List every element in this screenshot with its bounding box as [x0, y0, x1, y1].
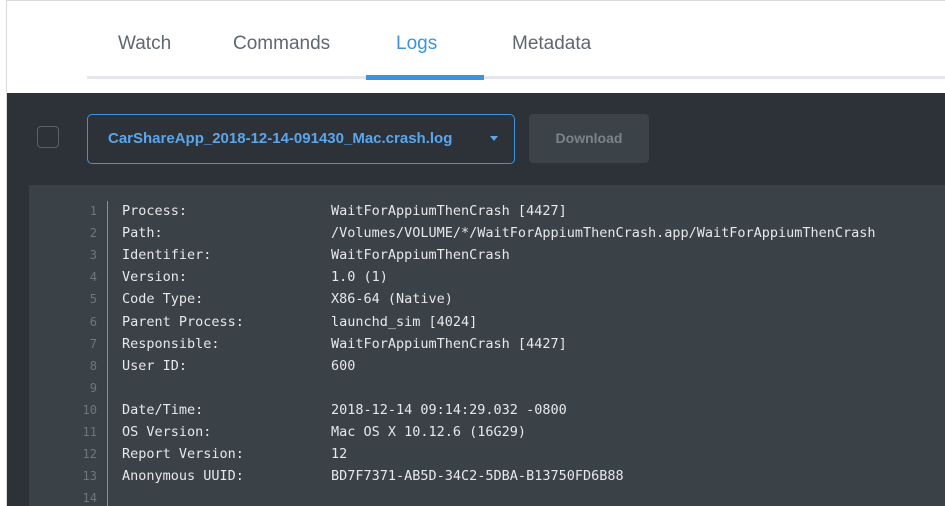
- line-number: 2: [89, 226, 97, 241]
- tab-metadata[interactable]: Metadata: [512, 33, 591, 55]
- log-field-value: Mac OS X 10.12.6 (16G29): [331, 424, 527, 440]
- log-field-value: WaitForAppiumThenCrash [4427]: [331, 335, 567, 352]
- log-line: 9: [29, 377, 945, 399]
- log-line: 14: [29, 487, 945, 506]
- download-button[interactable]: Download: [529, 114, 649, 163]
- logs-panel: CarShareApp_2018-12-14-091430_Mac.crash.…: [7, 93, 945, 506]
- crash-log-window: Watch Commands Logs Metadata CarShareApp…: [6, 0, 945, 506]
- log-line: 8 User ID: 600: [29, 355, 945, 377]
- log-field-value: 1.0 (1): [331, 269, 388, 286]
- line-number: 7: [89, 336, 97, 351]
- log-line: 10 Date/Time: 2018-12-14 09:14:29.032 -080…: [29, 399, 945, 421]
- log-field-key: Identifier:: [122, 247, 212, 264]
- line-number: 1: [89, 204, 97, 218]
- tab-bar: Watch Commands Logs Metadata: [7, 1, 945, 93]
- active-tab-indicator: [366, 75, 484, 80]
- log-line: 13 Anonymous UUID: BD7F7371-AB5D-34C2-5DBA…: [29, 465, 945, 487]
- line-number: 11: [82, 425, 97, 439]
- log-field-key: Parent Process:: [122, 313, 244, 330]
- line-number: 13: [82, 469, 97, 484]
- log-field-key: Date/Time:: [122, 401, 204, 418]
- log-field-value: WaitForAppiumThenCrash [4427]: [331, 203, 567, 219]
- log-line: 4 Version: 1.0 (1): [29, 266, 945, 288]
- log-line: 6 Parent Process: launchd_sim [4024]: [29, 311, 945, 333]
- line-number: 14: [82, 491, 97, 506]
- log-field-value: BD7F7371-AB5D-34C2-5DBA-B13750FD6B88: [331, 468, 624, 485]
- tab-commands[interactable]: Commands: [233, 33, 330, 55]
- select-checkbox[interactable]: [37, 126, 59, 148]
- log-field-key: Responsible:: [122, 335, 220, 352]
- log-line: 11 OS Version: Mac OS X 10.12.6 (16G29): [29, 421, 945, 443]
- log-line: 5 Code Type: X86-64 (Native): [29, 288, 945, 310]
- log-field-key: User ID:: [122, 357, 188, 374]
- log-field-value: 600: [331, 357, 356, 374]
- line-number: 3: [89, 248, 97, 263]
- tab-watch[interactable]: Watch: [118, 33, 171, 55]
- log-line: 1 Process: WaitForAppiumThenCrash [4427]: [29, 200, 945, 222]
- log-line: 7 Responsible: WaitForAppiumThenCrash [442…: [29, 333, 945, 355]
- log-field-value: /Volumes/VOLUME/*/WaitForAppiumThenCrash…: [331, 225, 876, 242]
- log-field-key: Anonymous UUID:: [122, 468, 244, 485]
- log-field-value: WaitForAppiumThenCrash: [331, 247, 510, 264]
- log-file-select-value: CarShareApp_2018-12-14-091430_Mac.crash.…: [108, 130, 453, 147]
- tab-logs[interactable]: Logs: [396, 33, 437, 55]
- log-field-key: Report Version:: [122, 446, 244, 463]
- log-field-value: 2018-12-14 09:14:29.032 -0800: [331, 401, 567, 418]
- log-field-value: launchd_sim [4024]: [331, 313, 478, 330]
- line-number: 10: [82, 402, 97, 417]
- log-line: 12 Report Version: 12: [29, 443, 945, 465]
- line-number: 9: [89, 380, 97, 395]
- log-viewer[interactable]: 1 Process: WaitForAppiumThenCrash [4427] 2 P…: [29, 185, 945, 506]
- log-field-key: OS Version:: [122, 424, 212, 440]
- log-field-key: Path:: [122, 225, 163, 242]
- line-number: 8: [89, 358, 97, 373]
- line-number: 6: [89, 314, 97, 329]
- log-line: 2 Path: /Volumes/VOLUME/*/WaitForAppiumThe…: [29, 222, 945, 244]
- log-file-select[interactable]: CarShareApp_2018-12-14-091430_Mac.crash.…: [87, 114, 515, 164]
- line-number: 12: [82, 447, 97, 462]
- log-field-value: X86-64 (Native): [331, 291, 453, 308]
- line-number: 4: [89, 270, 97, 285]
- line-number: 5: [89, 292, 97, 307]
- log-field-value: 12: [331, 446, 348, 463]
- log-field-key: Code Type:: [122, 291, 204, 308]
- tab-bar-underline: [87, 76, 945, 79]
- log-line: 3 Identifier: WaitForAppiumThenCrash: [29, 244, 945, 266]
- chevron-down-icon: [490, 136, 498, 141]
- log-field-key: Process:: [122, 203, 188, 219]
- log-field-key: Version:: [122, 269, 188, 286]
